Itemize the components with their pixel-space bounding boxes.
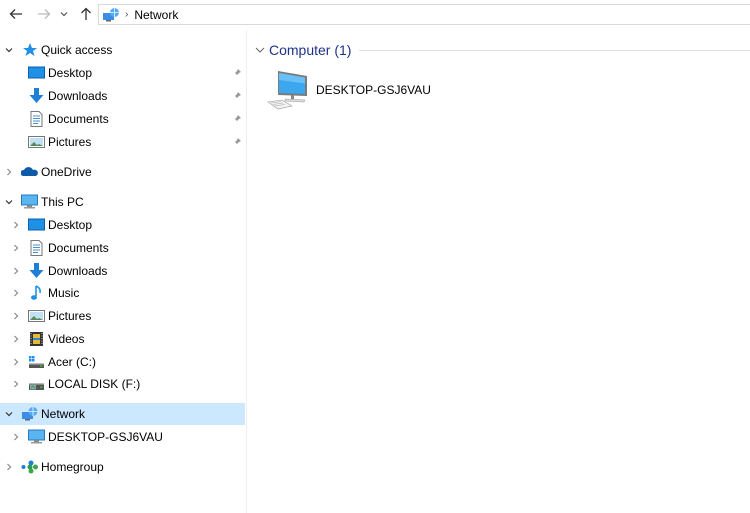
chevron-right-icon[interactable] xyxy=(11,266,21,276)
desktop-icon xyxy=(28,66,45,79)
tree-label: Pictures xyxy=(48,309,92,323)
chevron-down-icon[interactable] xyxy=(4,409,14,419)
tree-item-pc-documents[interactable]: Documents xyxy=(0,237,245,259)
navigation-bar: › Network xyxy=(0,0,750,30)
tree-item-onedrive[interactable]: OneDrive xyxy=(0,161,245,183)
breadcrumb-network[interactable]: Network xyxy=(134,8,178,22)
address-bar[interactable]: › Network xyxy=(98,4,750,25)
tree-label: Acer (C:) xyxy=(48,355,96,369)
tree-label: Desktop xyxy=(48,66,93,80)
homegroup-icon xyxy=(21,460,38,474)
tree-label: Documents xyxy=(48,241,109,255)
tree-label: Documents xyxy=(48,112,109,126)
network-icon xyxy=(22,407,38,421)
tree-item-network[interactable]: Network xyxy=(0,403,245,425)
forward-button[interactable] xyxy=(34,4,54,24)
chevron-right-icon[interactable] xyxy=(11,379,21,389)
item-name: DESKTOP-GSJ6VAU xyxy=(316,83,431,97)
computer-icon xyxy=(28,429,45,444)
pin-icon[interactable] xyxy=(232,91,242,101)
tree-item-pc-music[interactable]: Music xyxy=(0,282,245,304)
tree-item-pc-videos[interactable]: Videos xyxy=(0,328,245,350)
forward-arrow-icon xyxy=(38,9,51,19)
tree-item-pc-pictures[interactable]: Pictures xyxy=(0,305,245,327)
tree-item-quick-desktop[interactable]: Desktop xyxy=(0,62,245,84)
tree-label: Pictures xyxy=(48,135,92,149)
chevron-down-icon[interactable] xyxy=(255,45,265,55)
tree-item-pc-acer-c[interactable]: Acer (C:) xyxy=(0,351,245,373)
pin-icon[interactable] xyxy=(232,137,242,147)
tree-label: Downloads xyxy=(48,264,108,278)
tree-item-pc-desktop[interactable]: Desktop xyxy=(0,214,245,236)
quick-access-star-icon xyxy=(23,43,37,56)
tree-label: DESKTOP-GSJ6VAU xyxy=(48,430,163,444)
tree-item-pc-downloads[interactable]: Downloads xyxy=(0,260,245,282)
tree-label: Downloads xyxy=(48,89,108,103)
back-button[interactable] xyxy=(6,4,26,24)
tree-label: LOCAL DISK (F:) xyxy=(48,377,141,391)
up-arrow-icon xyxy=(81,7,91,20)
chevron-right-icon[interactable] xyxy=(11,311,21,321)
tree-item-this-pc[interactable]: This PC xyxy=(0,191,245,213)
content-pane: Computer (1) DESKTOP-GSJ6VAU xyxy=(247,30,750,513)
onedrive-cloud-icon xyxy=(21,167,38,176)
chevron-right-icon[interactable] xyxy=(11,432,21,442)
tree-label: OneDrive xyxy=(41,165,92,179)
chevron-right-icon[interactable] xyxy=(11,243,21,253)
network-computer-item[interactable]: DESKTOP-GSJ6VAU xyxy=(267,68,447,112)
up-button[interactable] xyxy=(76,4,96,24)
downloads-icon xyxy=(29,263,44,278)
documents-icon xyxy=(30,111,43,127)
group-header-computer[interactable]: Computer (1) xyxy=(255,40,750,60)
this-pc-icon xyxy=(21,194,38,209)
chevron-right-icon[interactable] xyxy=(11,334,21,344)
pin-icon[interactable] xyxy=(232,114,242,124)
chevron-right-icon[interactable] xyxy=(11,288,21,298)
group-title: Computer (1) xyxy=(269,42,352,58)
chevron-right-icon[interactable] xyxy=(11,220,21,230)
tree-label: Desktop xyxy=(48,218,93,232)
tree-item-quick-documents[interactable]: Documents xyxy=(0,108,245,130)
pictures-icon xyxy=(28,310,45,322)
tree-item-quick-downloads[interactable]: Downloads xyxy=(0,85,245,107)
tree-item-homegroup[interactable]: Homegroup xyxy=(0,456,245,478)
chevron-right-icon[interactable] xyxy=(4,462,14,472)
tree-item-network-computer[interactable]: DESKTOP-GSJ6VAU xyxy=(0,426,245,448)
pin-icon[interactable] xyxy=(232,68,242,78)
chevron-down-icon xyxy=(60,12,68,17)
chevron-down-icon[interactable] xyxy=(4,197,14,207)
local-disk-icon xyxy=(29,383,44,390)
music-icon xyxy=(31,285,41,300)
desktop-icon xyxy=(28,218,45,231)
tree-label: Videos xyxy=(48,332,85,346)
navigation-pane: Quick access Desktop Downloads Documents… xyxy=(0,30,246,513)
chevron-right-icon[interactable] xyxy=(4,167,14,177)
tree-label: Network xyxy=(41,407,86,421)
tree-item-quick-pictures[interactable]: Pictures xyxy=(0,131,245,153)
tree-item-quick-access[interactable]: Quick access xyxy=(0,39,245,61)
documents-icon xyxy=(30,240,43,256)
videos-icon xyxy=(30,332,43,346)
tree-item-pc-local-disk-f[interactable]: LOCAL DISK (F:) xyxy=(0,373,245,395)
pictures-icon xyxy=(28,136,45,148)
chevron-right-icon[interactable] xyxy=(11,357,21,367)
system-drive-icon xyxy=(29,356,44,368)
back-arrow-icon xyxy=(9,9,22,19)
computer-icon xyxy=(267,71,307,110)
downloads-icon xyxy=(29,88,44,103)
tree-label: This PC xyxy=(41,195,84,209)
tree-label: Homegroup xyxy=(41,460,104,474)
breadcrumb-separator[interactable]: › xyxy=(125,9,128,20)
recent-locations-button[interactable] xyxy=(57,4,71,24)
tree-label: Music xyxy=(48,286,80,300)
group-divider-line xyxy=(359,49,750,51)
chevron-down-icon[interactable] xyxy=(4,45,14,55)
network-icon xyxy=(103,7,119,21)
tree-label: Quick access xyxy=(41,43,113,57)
